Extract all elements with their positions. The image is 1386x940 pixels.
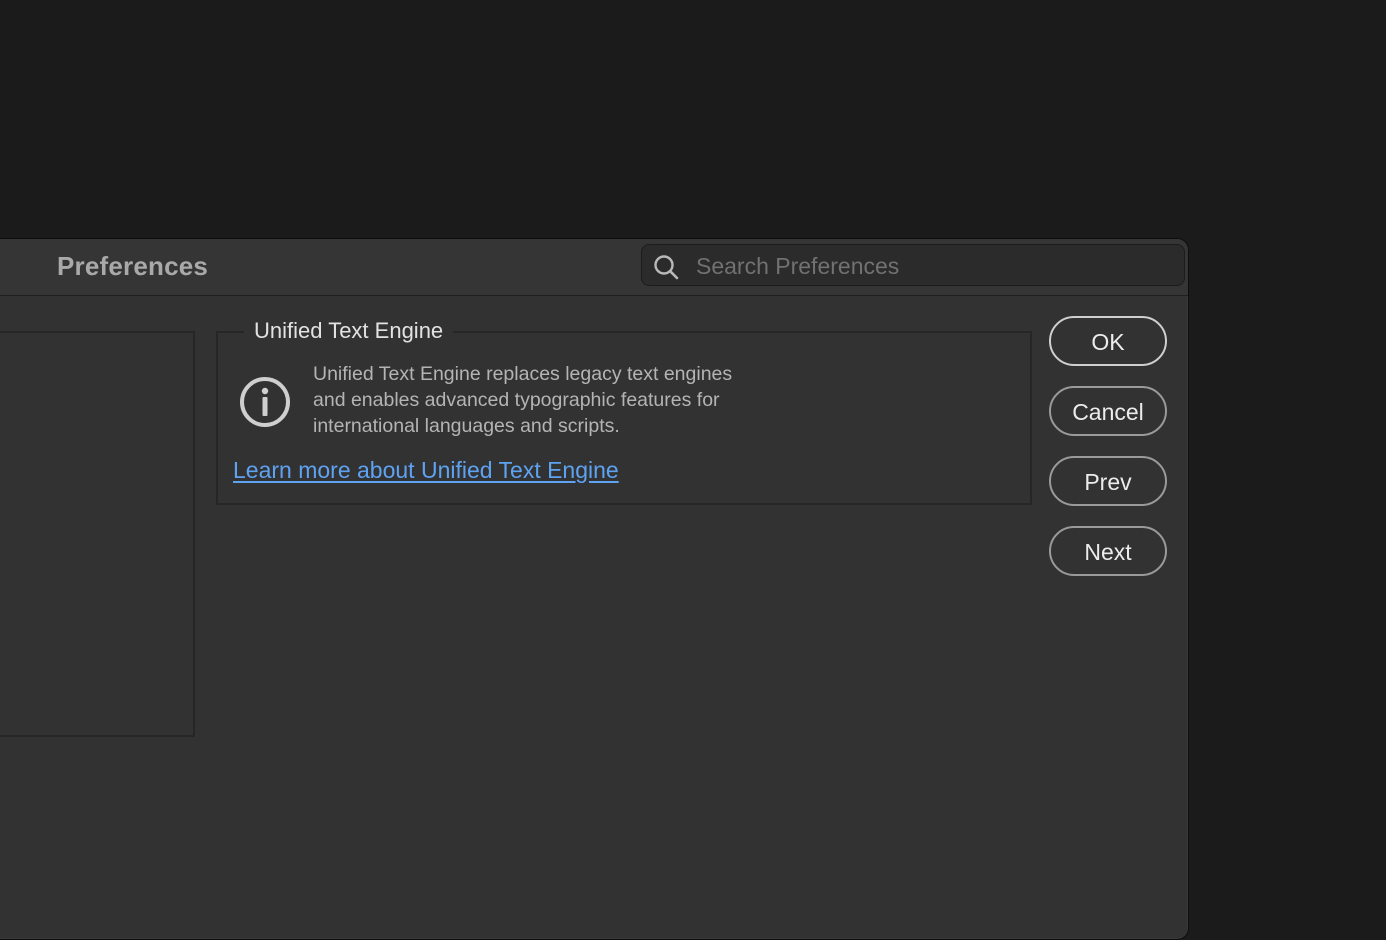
category-list-panel[interactable]: [0, 331, 195, 737]
description-text: Unified Text Engine replaces legacy text…: [313, 361, 813, 439]
description-line: international languages and scripts.: [313, 415, 620, 437]
unified-text-engine-group: Unified Text Engine Unified Text Engine …: [216, 317, 1032, 505]
description-line: Unified Text Engine replaces legacy text…: [313, 363, 733, 385]
window-title: Preferences: [57, 251, 209, 281]
next-button[interactable]: Next: [1049, 526, 1167, 576]
search-icon: [654, 255, 679, 280]
ok-button[interactable]: OK: [1049, 316, 1167, 366]
search-input[interactable]: [694, 249, 1168, 283]
prev-button[interactable]: Prev: [1049, 456, 1167, 506]
info-icon: [240, 377, 290, 427]
preferences-window: Preferences Unified Text Engine Unified …: [0, 238, 1189, 940]
description-line: and enables advanced typographic feature…: [313, 389, 720, 411]
group-title: Unified Text Engine: [244, 317, 454, 345]
cancel-button[interactable]: Cancel: [1049, 386, 1167, 436]
learn-more-link[interactable]: Learn more about Unified Text Engine: [233, 457, 619, 484]
search-field[interactable]: [641, 244, 1185, 286]
title-bar: Preferences: [0, 239, 1188, 296]
